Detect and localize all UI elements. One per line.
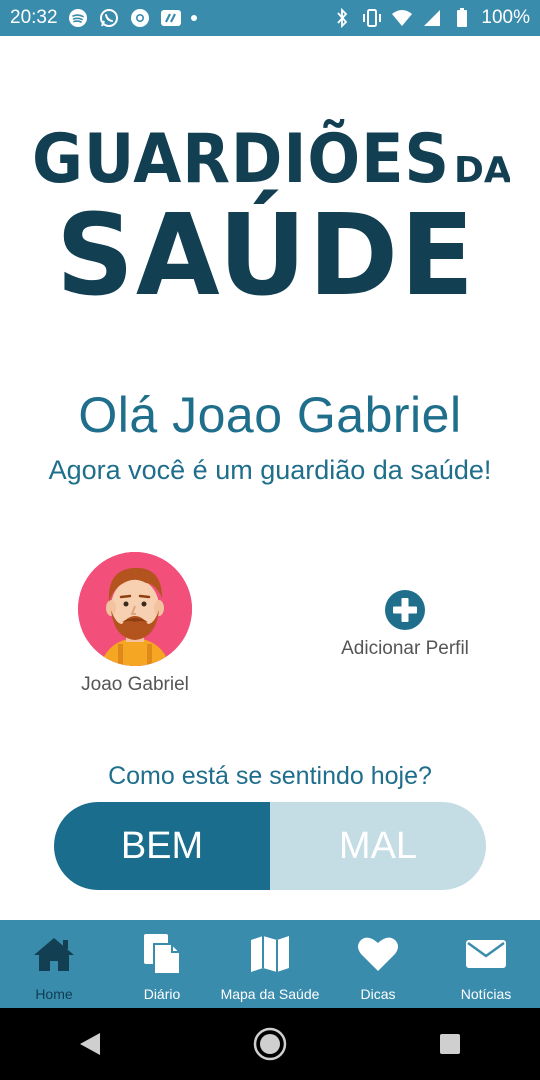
android-navigation-bar: [0, 1008, 540, 1080]
spotify-icon: [67, 7, 89, 29]
bottom-navigation: Home Diário Mapa da Saúde Dicas Notícias: [0, 920, 540, 1008]
wifi-icon: [391, 7, 413, 29]
logo-line1-suffix: DA: [454, 150, 510, 191]
home-circle-icon[interactable]: [240, 1019, 300, 1069]
bearded-man-avatar: [78, 552, 192, 666]
document-icon: [140, 932, 184, 976]
vibrate-icon: [361, 7, 383, 29]
nav-mapa-label: Mapa da Saúde: [220, 986, 320, 1002]
back-icon[interactable]: [60, 1019, 120, 1069]
mood-bad-button[interactable]: MAL: [270, 802, 486, 890]
nav-dicas[interactable]: Dicas: [324, 920, 432, 1008]
profile-card[interactable]: Joao Gabriel: [60, 552, 210, 697]
mood-toggle: BEM MAL: [54, 802, 486, 890]
plus-circle-icon: [385, 590, 425, 630]
recents-icon[interactable]: [420, 1019, 480, 1069]
nav-noticias-label: Notícias: [460, 986, 512, 1002]
nav-noticias[interactable]: Notícias: [432, 920, 540, 1008]
add-profile-button[interactable]: Adicionar Perfil: [320, 590, 490, 670]
nav-mapa[interactable]: Mapa da Saúde: [216, 920, 324, 1008]
home-icon: [32, 932, 76, 976]
mood-question: Como está se sentindo hoje?: [108, 762, 432, 790]
whatsapp-icon: [98, 7, 120, 29]
nav-home-label: Home: [35, 986, 73, 1002]
map-icon: [248, 932, 292, 976]
signal-icon: [421, 7, 443, 29]
profile-name: Joao Gabriel: [81, 674, 189, 695]
nav-diario[interactable]: Diário: [108, 920, 216, 1008]
more-notifications-dot: [190, 15, 197, 21]
chrome-icon: [129, 7, 151, 29]
logo-line2: SAÚDE: [56, 190, 476, 310]
nav-dicas-label: Dicas: [360, 986, 396, 1002]
heart-icon: [356, 932, 400, 976]
add-profile-label: Adicionar Perfil: [341, 638, 469, 659]
battery-percent: 100%: [481, 7, 530, 28]
battery-icon: [451, 7, 473, 29]
guardioes-da-saude-logo: GUARDIÕES DA SAÚDE: [30, 110, 512, 321]
bluetooth-icon: [331, 7, 353, 29]
status-bar: 20:32 100%: [0, 0, 540, 36]
greeting-title: Olá Joao Gabriel: [78, 387, 462, 443]
nav-diario-label: Diário: [143, 986, 181, 1002]
mood-good-button[interactable]: BEM: [54, 802, 270, 890]
app-notification-icon: [160, 7, 182, 29]
status-time: 20:32: [10, 7, 58, 28]
logo-line1: GUARDIÕES: [32, 119, 450, 199]
envelope-icon: [464, 932, 508, 976]
greeting-subtitle: Agora você é um guardião da saúde!: [48, 455, 492, 485]
nav-home[interactable]: Home: [0, 920, 108, 1008]
